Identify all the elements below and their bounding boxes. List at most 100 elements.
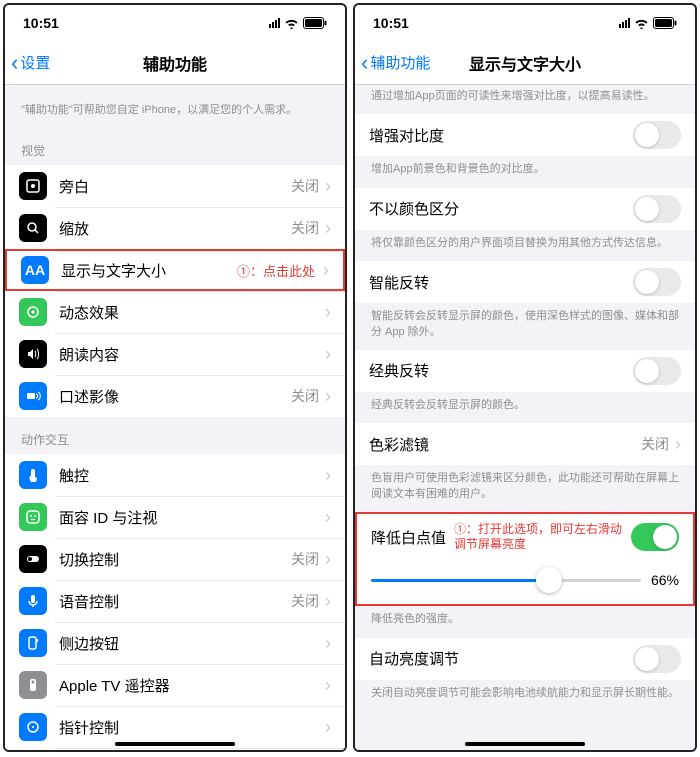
time: 10:51	[373, 15, 409, 31]
chevron-right-icon: ›	[325, 386, 331, 407]
row-autobright[interactable]: 自动亮度调节	[355, 638, 695, 680]
status-icons	[269, 17, 327, 29]
row-whitepoint[interactable]: 降低白点值 ①：打开此选项，即可左右滑动调节屏幕亮度	[357, 514, 693, 560]
label: Apple TV 遥控器	[59, 675, 325, 696]
whitepoint-slider[interactable]	[371, 566, 641, 594]
side-button-icon	[19, 629, 47, 657]
status-bar: 10:51	[5, 5, 345, 41]
row-side[interactable]: 侧边按钮 ›	[5, 622, 345, 664]
back-button[interactable]: ‹ 辅助功能	[361, 52, 430, 74]
signal-icon	[269, 18, 280, 28]
section-motor: 动作交互	[5, 417, 345, 454]
value: 关闭	[641, 434, 669, 454]
nav-bar: ‹ 辅助功能 显示与文字大小	[355, 41, 695, 85]
row-classicinvert[interactable]: 经典反转	[355, 350, 695, 392]
row-motion[interactable]: 动态效果 ›	[5, 291, 345, 333]
motion-icon	[19, 298, 47, 326]
chevron-left-icon: ‹	[11, 52, 18, 74]
content: "辅助功能"可帮助您自定 iPhone，以满足您的个人需求。 视觉 旁白 关闭 …	[5, 85, 345, 750]
label: 触控	[59, 465, 325, 486]
row-audiodesc[interactable]: 口述影像 关闭 ›	[5, 375, 345, 417]
annotation: ①：点击此处	[237, 261, 315, 280]
toggle-smartinvert[interactable]	[633, 268, 681, 296]
row-keyboard[interactable]: 键盘 ›	[5, 748, 345, 750]
row-colorfilter[interactable]: 色彩滤镜 关闭 ›	[355, 423, 695, 465]
content: 通过增加App页面的可读性来增强对比度，以提高易读性。 增强对比度 增加App前…	[355, 85, 695, 750]
group-contrast: 增强对比度	[355, 114, 695, 156]
group-classicinvert: 经典反转	[355, 350, 695, 392]
toggle-autobright[interactable]	[633, 645, 681, 673]
chevron-right-icon: ›	[675, 434, 681, 455]
spoken-icon	[19, 340, 47, 368]
row-spoken[interactable]: 朗读内容 ›	[5, 333, 345, 375]
battery-icon	[303, 17, 327, 29]
group-colorfilter: 色彩滤镜 关闭 ›	[355, 423, 695, 465]
label: 增强对比度	[369, 125, 633, 146]
label: 旁白	[59, 176, 291, 197]
chevron-right-icon: ›	[325, 302, 331, 323]
row-faceid[interactable]: 面容 ID 与注视 ›	[5, 496, 345, 538]
row-smartinvert[interactable]: 智能反转	[355, 261, 695, 303]
text-size-icon: AA	[21, 256, 49, 284]
row-contrast[interactable]: 增强对比度	[355, 114, 695, 156]
appletv-icon	[19, 671, 47, 699]
whitepoint-box: 降低白点值 ①：打开此选项，即可左右滑动调节屏幕亮度 66%	[355, 512, 695, 606]
row-nocolor[interactable]: 不以颜色区分	[355, 188, 695, 230]
chevron-right-icon: ›	[325, 633, 331, 654]
row-voice[interactable]: 语音控制 关闭 ›	[5, 580, 345, 622]
label: 切换控制	[59, 549, 291, 570]
row-display-text-size[interactable]: AA 显示与文字大小 ①：点击此处 ›	[5, 249, 345, 291]
value: 关闭	[291, 386, 319, 406]
label: 动态效果	[59, 302, 325, 323]
row-zoom[interactable]: 缩放 关闭 ›	[5, 207, 345, 249]
group-motor: 触控 › 面容 ID 与注视 › 切换控制 关闭 › 语音控制 关	[5, 454, 345, 750]
whitepoint-slider-row: 66%	[357, 560, 693, 604]
label: 指针控制	[59, 717, 325, 738]
chevron-right-icon: ›	[325, 717, 331, 738]
voiceover-icon	[19, 172, 47, 200]
label: 自动亮度调节	[369, 648, 633, 669]
label: 口述影像	[59, 386, 291, 407]
value: 关闭	[291, 218, 319, 238]
note: 色盲用户可使用色彩滤镜来区分颜色，此功能还可帮助在屏幕上阅读文本有困难的用户。	[355, 465, 695, 512]
back-button[interactable]: ‹ 设置	[11, 52, 50, 74]
group-vision: 旁白 关闭 › 缩放 关闭 › AA 显示与文字大小 ①：点击此处 ›	[5, 165, 345, 417]
value: 关闭	[291, 176, 319, 196]
row-touch[interactable]: 触控 ›	[5, 454, 345, 496]
time: 10:51	[23, 15, 59, 31]
toggle-contrast[interactable]	[633, 121, 681, 149]
home-indicator[interactable]	[115, 742, 235, 746]
row-switch[interactable]: 切换控制 关闭 ›	[5, 538, 345, 580]
back-label: 设置	[20, 52, 50, 73]
toggle-nocolor[interactable]	[633, 195, 681, 223]
toggle-classicinvert[interactable]	[633, 357, 681, 385]
label: 色彩滤镜	[369, 434, 641, 455]
back-label: 辅助功能	[370, 52, 430, 73]
label: 智能反转	[369, 272, 633, 293]
audiodesc-icon	[19, 382, 47, 410]
chevron-right-icon: ›	[325, 675, 331, 696]
touch-icon	[19, 461, 47, 489]
chevron-right-icon: ›	[325, 591, 331, 612]
zoom-icon	[19, 214, 47, 242]
note: 经典反转会反转显示屏的颜色。	[355, 392, 695, 423]
row-appletv[interactable]: Apple TV 遥控器 ›	[5, 664, 345, 706]
signal-icon	[619, 18, 630, 28]
note: 将仅靠颜色区分的用户界面项目替换为用其他方式传达信息。	[355, 230, 695, 261]
label: 朗读内容	[59, 344, 325, 365]
intro-text: "辅助功能"可帮助您自定 iPhone，以满足您的个人需求。	[5, 85, 345, 128]
faceid-icon	[19, 503, 47, 531]
group-autobright: 自动亮度调节	[355, 638, 695, 680]
label: 降低白点值	[371, 527, 446, 548]
label: 经典反转	[369, 360, 633, 381]
switch-icon	[19, 545, 47, 573]
row-voiceover[interactable]: 旁白 关闭 ›	[5, 165, 345, 207]
chevron-left-icon: ‹	[361, 52, 368, 74]
home-indicator[interactable]	[465, 742, 585, 746]
group-nocolor: 不以颜色区分	[355, 188, 695, 230]
label: 不以颜色区分	[369, 198, 633, 219]
label: 缩放	[59, 218, 291, 239]
note: 增加App前景色和背景色的对比度。	[355, 156, 695, 187]
chevron-right-icon: ›	[325, 176, 331, 197]
toggle-whitepoint[interactable]	[631, 523, 679, 551]
